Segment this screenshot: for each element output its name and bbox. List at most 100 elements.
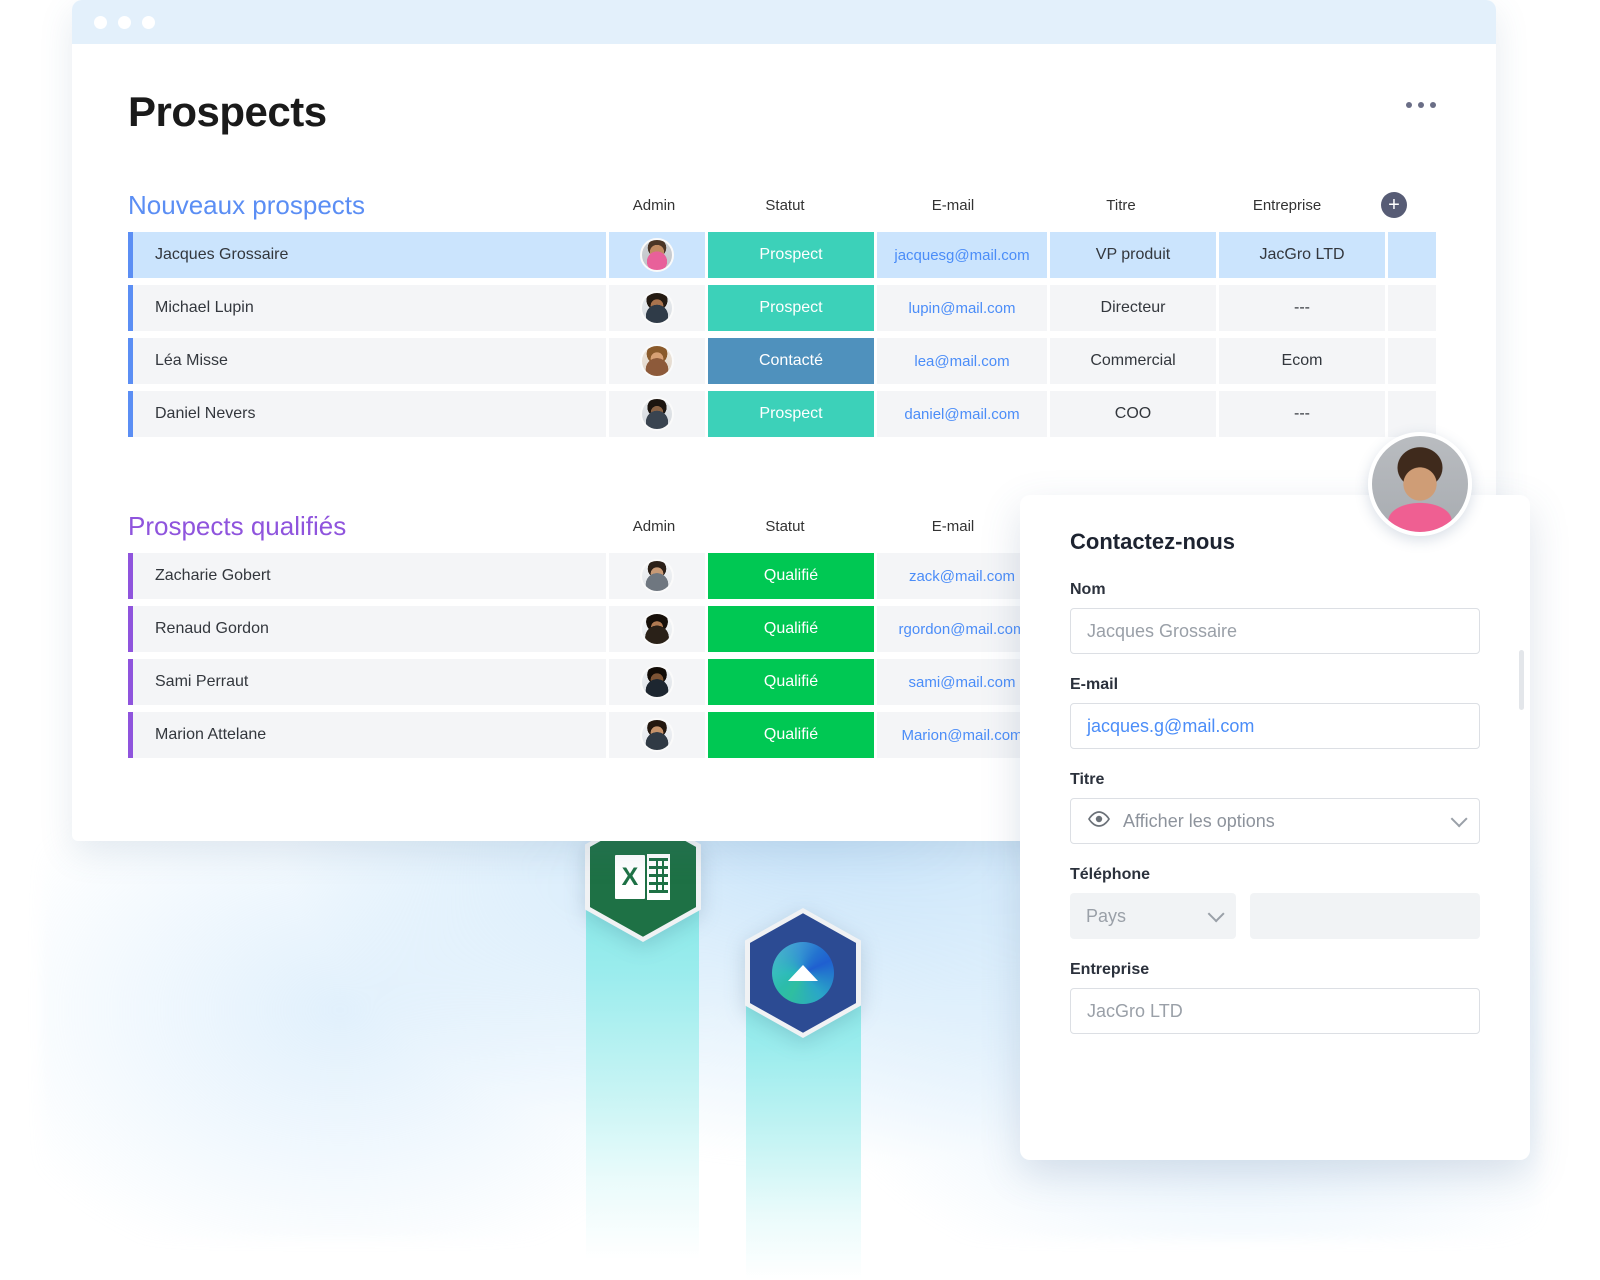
chevron-down-icon xyxy=(1208,905,1225,922)
row-admin[interactable] xyxy=(609,232,705,278)
table-row[interactable]: Michael Lupin Prospect lupin@mail.com Di… xyxy=(128,285,1440,331)
excel-letter: X xyxy=(615,855,645,899)
avatar xyxy=(640,344,674,378)
avatar xyxy=(640,559,674,593)
panel-scrollbar[interactable] xyxy=(1519,650,1524,710)
column-header-email[interactable]: E-mail xyxy=(868,197,1038,214)
row-email[interactable]: daniel@mail.com xyxy=(877,391,1047,437)
row-name[interactable]: Renaud Gordon xyxy=(128,606,606,652)
window-titlebar xyxy=(72,0,1496,44)
column-header-email[interactable]: E-mail xyxy=(868,518,1038,535)
add-column-button[interactable]: + xyxy=(1381,192,1407,218)
label-email: E-mail xyxy=(1070,676,1480,694)
country-select[interactable]: Pays xyxy=(1070,893,1236,939)
row-admin[interactable] xyxy=(609,285,705,331)
row-name[interactable]: Léa Misse xyxy=(128,338,606,384)
label-entreprise: Entreprise xyxy=(1070,961,1480,979)
row-email[interactable]: lupin@mail.com xyxy=(877,285,1047,331)
field-telephone: Téléphone Pays xyxy=(1070,866,1480,939)
row-name[interactable]: Marion Attelane xyxy=(128,712,606,758)
row-extra-cell[interactable] xyxy=(1388,338,1436,384)
row-admin[interactable] xyxy=(609,712,705,758)
excel-grid xyxy=(646,853,671,901)
row-entreprise[interactable]: --- xyxy=(1219,391,1385,437)
status-badge[interactable]: Contacté xyxy=(708,338,874,384)
window-dot-maximize[interactable] xyxy=(142,16,155,29)
row-email[interactable]: jacquesg@mail.com xyxy=(877,232,1047,278)
triangle-icon xyxy=(788,965,818,981)
row-extra-cell[interactable] xyxy=(1388,285,1436,331)
label-telephone: Téléphone xyxy=(1070,866,1480,884)
column-header-entreprise[interactable]: Entreprise xyxy=(1204,197,1370,214)
board-header: Nouveaux prospects Admin Statut E-mail T… xyxy=(128,188,1440,222)
gradient-circle-icon xyxy=(772,942,834,1004)
field-titre: Titre Afficher les options xyxy=(1070,771,1480,844)
contact-avatar xyxy=(1368,432,1472,536)
titre-dropdown[interactable]: Afficher les options xyxy=(1070,798,1480,844)
table-row[interactable]: Daniel Nevers Prospect daniel@mail.com C… xyxy=(128,391,1440,437)
row-extra-cell[interactable] xyxy=(1388,232,1436,278)
hex-fill xyxy=(750,913,857,1033)
row-entreprise[interactable]: Ecom xyxy=(1219,338,1385,384)
phone-number-input[interactable] xyxy=(1250,893,1480,939)
board-new-prospects: Nouveaux prospects Admin Statut E-mail T… xyxy=(128,188,1440,437)
row-titre[interactable]: Commercial xyxy=(1050,338,1216,384)
status-badge[interactable]: Qualifié xyxy=(708,712,874,758)
row-admin[interactable] xyxy=(609,659,705,705)
entreprise-input[interactable]: JacGro LTD xyxy=(1070,988,1480,1034)
more-dot xyxy=(1406,102,1412,108)
row-name[interactable]: Zacharie Gobert xyxy=(128,553,606,599)
label-nom: Nom xyxy=(1070,581,1480,599)
more-options-icon[interactable] xyxy=(1402,88,1440,122)
contact-form-panel: Contactez-nous Nom Jacques Grossaire E-m… xyxy=(1020,495,1530,1160)
row-admin[interactable] xyxy=(609,606,705,652)
field-email: E-mail jacques.g@mail.com xyxy=(1070,676,1480,749)
table-row[interactable]: Jacques Grossaire Prospect jacquesg@mail… xyxy=(128,232,1440,278)
row-entreprise[interactable]: JacGro LTD xyxy=(1219,232,1385,278)
phone-row: Pays xyxy=(1070,893,1480,939)
row-admin[interactable] xyxy=(609,553,705,599)
avatar xyxy=(640,718,674,752)
row-name[interactable]: Jacques Grossaire xyxy=(128,232,606,278)
column-header-admin[interactable]: Admin xyxy=(606,197,702,214)
board-title[interactable]: Nouveaux prospects xyxy=(128,190,606,221)
field-nom: Nom Jacques Grossaire xyxy=(1070,581,1480,654)
row-name[interactable]: Sami Perraut xyxy=(128,659,606,705)
label-titre: Titre xyxy=(1070,771,1480,789)
window-dot-close[interactable] xyxy=(94,16,107,29)
row-extra-cell[interactable] xyxy=(1388,391,1436,437)
board-title[interactable]: Prospects qualifiés xyxy=(128,511,606,542)
window-dot-minimize[interactable] xyxy=(118,16,131,29)
status-badge[interactable]: Qualifié xyxy=(708,659,874,705)
table-row[interactable]: Léa Misse Contacté lea@mail.com Commerci… xyxy=(128,338,1440,384)
row-titre[interactable]: VP produit xyxy=(1050,232,1216,278)
hex-border xyxy=(745,908,861,1038)
more-dot xyxy=(1430,102,1436,108)
status-badge[interactable]: Prospect xyxy=(708,232,874,278)
row-admin[interactable] xyxy=(609,391,705,437)
column-header-admin[interactable]: Admin xyxy=(606,518,702,535)
row-email[interactable]: lea@mail.com xyxy=(877,338,1047,384)
field-entreprise: Entreprise JacGro LTD xyxy=(1070,961,1480,1034)
row-titre[interactable]: COO xyxy=(1050,391,1216,437)
formbuilder-integration-icon[interactable] xyxy=(745,908,861,1038)
status-badge[interactable]: Prospect xyxy=(708,391,874,437)
avatar xyxy=(640,612,674,646)
status-badge[interactable]: Qualifié xyxy=(708,553,874,599)
status-badge[interactable]: Prospect xyxy=(708,285,874,331)
status-badge[interactable]: Qualifié xyxy=(708,606,874,652)
email-input[interactable]: jacques.g@mail.com xyxy=(1070,703,1480,749)
nom-input[interactable]: Jacques Grossaire xyxy=(1070,608,1480,654)
row-name[interactable]: Michael Lupin xyxy=(128,285,606,331)
row-name[interactable]: Daniel Nevers xyxy=(128,391,606,437)
row-entreprise[interactable]: --- xyxy=(1219,285,1385,331)
more-dot xyxy=(1418,102,1424,108)
chevron-down-icon xyxy=(1451,810,1468,827)
avatar xyxy=(640,665,674,699)
avatar xyxy=(640,397,674,431)
row-admin[interactable] xyxy=(609,338,705,384)
column-header-statut[interactable]: Statut xyxy=(702,518,868,535)
column-header-statut[interactable]: Statut xyxy=(702,197,868,214)
row-titre[interactable]: Directeur xyxy=(1050,285,1216,331)
column-header-titre[interactable]: Titre xyxy=(1038,197,1204,214)
